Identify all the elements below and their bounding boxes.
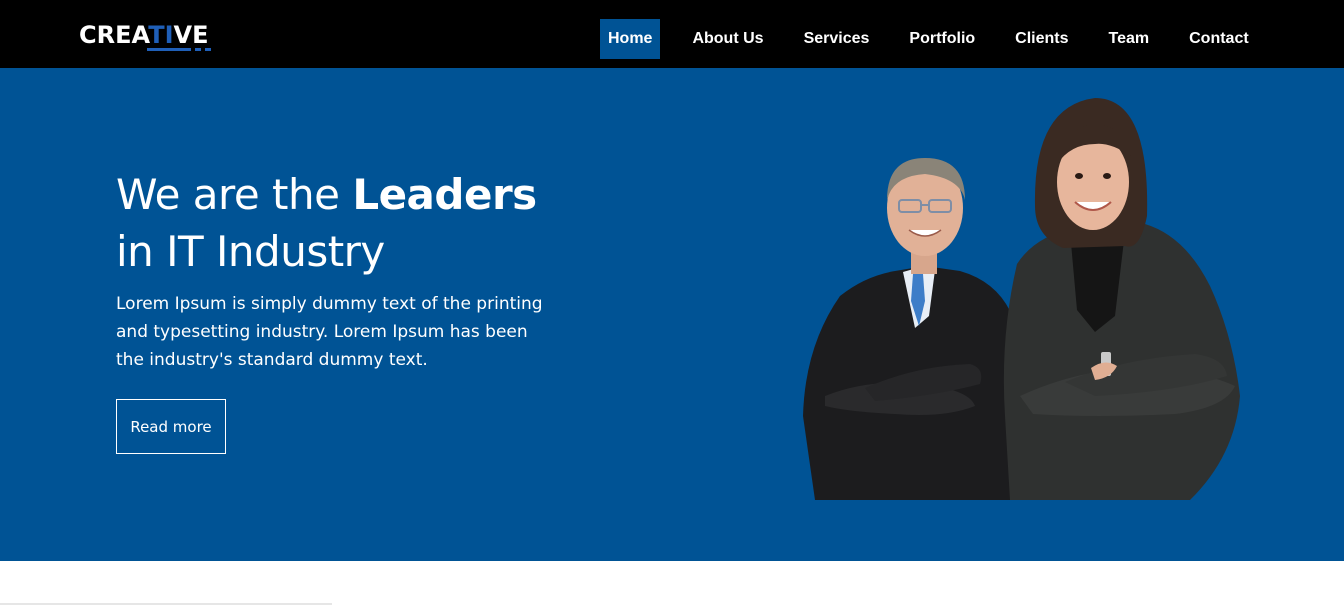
- logo-text-suffix: VE: [173, 21, 209, 49]
- nav-item-team[interactable]: Team: [1101, 19, 1158, 59]
- nav-item-home[interactable]: Home: [600, 19, 661, 59]
- hero-title: We are the Leaders in IT Industry: [116, 166, 576, 280]
- hero-description: Lorem Ipsum is simply dummy text of the …: [116, 294, 543, 370]
- nav-item-contact[interactable]: Contact: [1181, 19, 1257, 59]
- top-navbar: CREATIVE Home About Us Services Portfoli…: [0, 0, 1344, 68]
- creative-logo[interactable]: CREATIVE: [79, 20, 211, 54]
- logo-text-prefix: CREA: [79, 21, 149, 49]
- main-nav: Home About Us Services Portfolio Clients…: [600, 19, 1257, 59]
- read-more-button[interactable]: Read more: [116, 399, 226, 454]
- logo-underline-decoration: [147, 48, 213, 51]
- nav-item-about-us[interactable]: About Us: [684, 19, 771, 59]
- hero-banner: We are the Leaders in IT Industry Lorem …: [0, 68, 1344, 561]
- nav-item-services[interactable]: Services: [796, 19, 878, 59]
- business-people-image: [803, 98, 1240, 500]
- hero-title-prefix: We are the: [116, 170, 353, 219]
- man-figure: [803, 158, 1024, 500]
- woman-figure: [1003, 98, 1240, 500]
- hero-title-bold: Leaders: [352, 170, 537, 219]
- hero-title-suffix: in IT Industry: [116, 227, 385, 276]
- nav-item-portfolio[interactable]: Portfolio: [901, 19, 983, 59]
- logo-text-accent: TI: [148, 21, 174, 49]
- nav-item-clients[interactable]: Clients: [1007, 19, 1076, 59]
